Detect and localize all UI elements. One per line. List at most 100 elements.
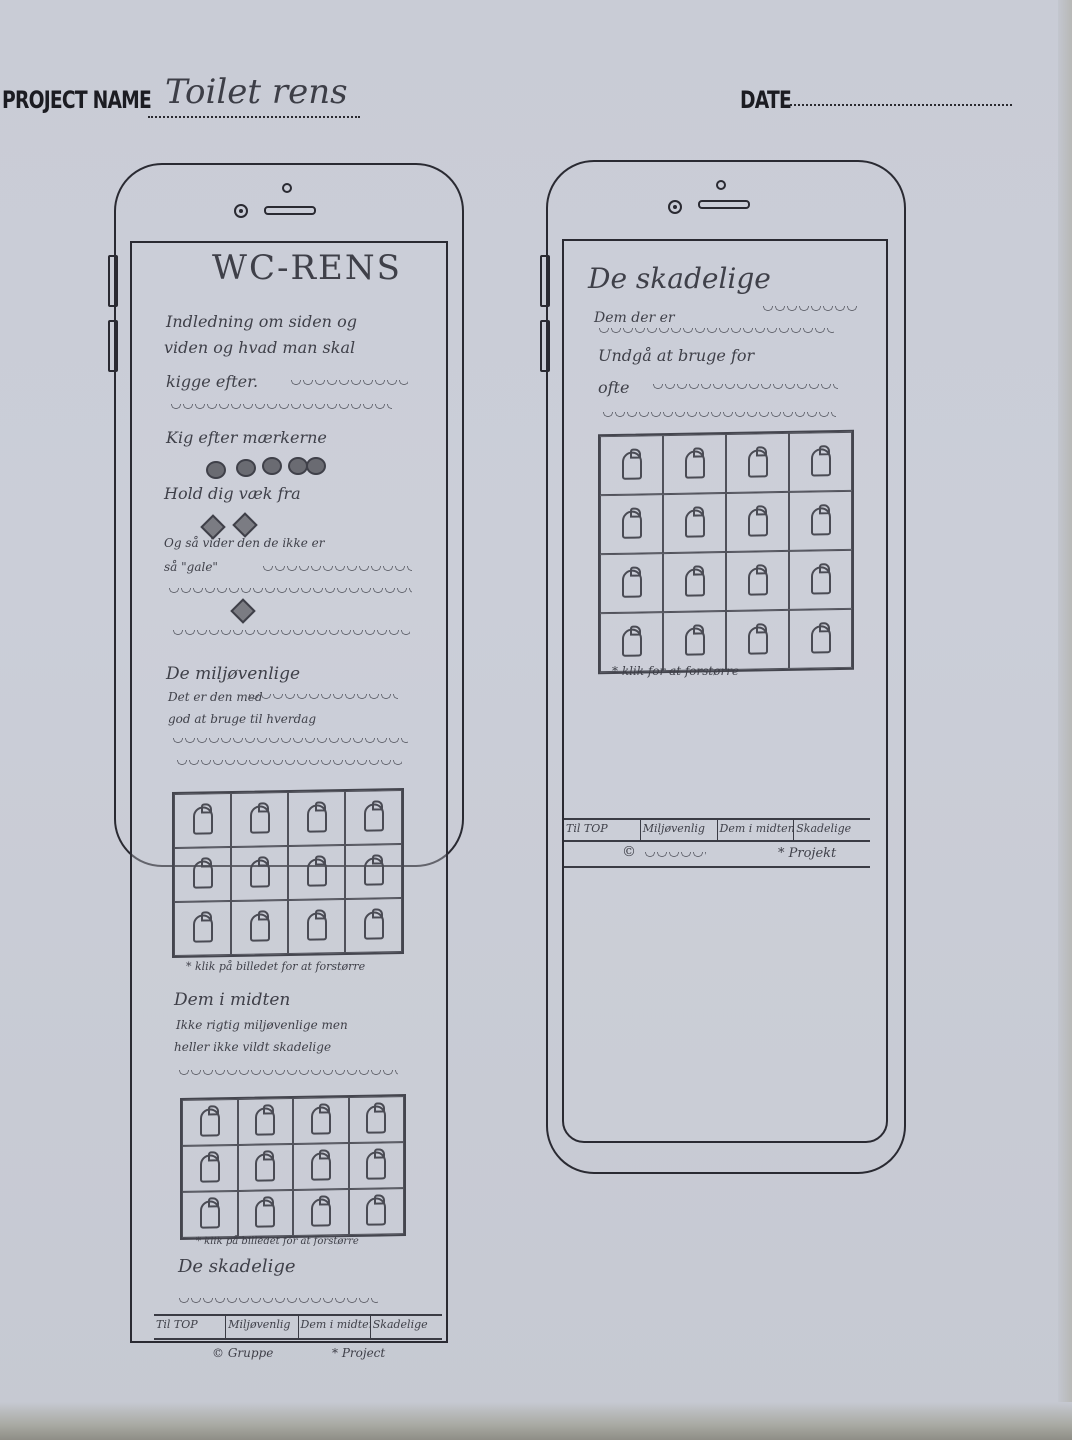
product-thumbnail[interactable] (231, 792, 288, 847)
spray-bottle-icon (255, 1153, 276, 1182)
placeholder-text-line (176, 760, 402, 766)
camera-icon (668, 200, 682, 214)
product-thumbnail[interactable] (726, 550, 789, 611)
eco-label-icon (236, 459, 256, 477)
placeholder-text-line (262, 566, 412, 572)
spray-bottle-icon (810, 506, 831, 536)
enlarge-caption: * klik på billedet for at forstørre (196, 1236, 359, 1247)
eco-product-grid (172, 787, 404, 959)
product-thumbnail[interactable] (293, 1143, 349, 1190)
product-thumbnail[interactable] (726, 609, 789, 670)
footer-project-link[interactable]: * Project (332, 1346, 385, 1360)
footer-copyright: © (622, 844, 636, 860)
product-thumbnail[interactable] (237, 1190, 293, 1237)
product-thumbnail[interactable] (726, 432, 789, 493)
side-button (540, 255, 550, 307)
nav-link-top[interactable]: Til TOP (564, 820, 641, 840)
spray-bottle-icon (192, 860, 213, 889)
product-thumbnail[interactable] (789, 608, 852, 669)
spray-bottle-icon (249, 913, 270, 942)
nav-link-top[interactable]: Til TOP (154, 1316, 227, 1338)
spray-bottle-icon (747, 507, 768, 537)
spray-bottle-icon (249, 859, 270, 888)
spray-bottle-icon (747, 625, 768, 655)
product-thumbnail[interactable] (174, 846, 231, 902)
spray-bottle-icon (684, 449, 705, 479)
spray-bottle-icon (363, 911, 384, 940)
product-thumbnail[interactable] (345, 844, 402, 900)
product-thumbnail[interactable] (600, 494, 663, 555)
product-thumbnail[interactable] (182, 1190, 238, 1238)
product-thumbnail[interactable] (174, 900, 231, 956)
spray-bottle-icon (366, 1105, 387, 1134)
product-thumbnail[interactable] (293, 1097, 349, 1144)
spray-bottle-icon (363, 803, 384, 832)
middle-text-2: heller ikke vildt skadelige (174, 1040, 332, 1054)
nav-link-harmful[interactable]: Skadelige (794, 820, 870, 840)
placeholder-text-line (290, 380, 408, 386)
nav-link-eco[interactable]: Miljøvenlig (226, 1316, 299, 1338)
intro-line-3: ofte (598, 378, 630, 397)
product-thumbnail[interactable] (237, 1098, 293, 1145)
spray-bottle-icon (199, 1200, 220, 1229)
product-thumbnail[interactable] (345, 898, 402, 954)
page-title: De skadelige (588, 262, 771, 295)
intro-line-1: Indledning om siden og (166, 312, 357, 331)
spray-bottle-icon (621, 450, 642, 480)
nav-link-harmful[interactable]: Skadelige (371, 1316, 442, 1338)
middle-product-grid (180, 1094, 406, 1240)
spray-bottle-icon (810, 624, 831, 654)
product-thumbnail[interactable] (726, 491, 789, 552)
also-line-2: så "gale" (164, 560, 218, 574)
spray-bottle-icon (366, 1151, 387, 1180)
spray-bottle-icon (255, 1199, 276, 1228)
spray-bottle-icon (306, 804, 327, 833)
product-thumbnail[interactable] (789, 490, 852, 551)
product-thumbnail[interactable] (288, 899, 345, 954)
date-label: DATE (740, 86, 792, 114)
placeholder-text-line (248, 694, 398, 700)
placeholder-text-line (172, 738, 408, 744)
product-thumbnail[interactable] (288, 791, 345, 846)
spray-bottle-icon (684, 567, 705, 597)
side-button (108, 320, 118, 372)
placeholder-text-line (170, 404, 392, 410)
product-thumbnail[interactable] (231, 846, 288, 901)
product-thumbnail[interactable] (293, 1189, 349, 1236)
product-thumbnail[interactable] (348, 1142, 404, 1190)
product-thumbnail[interactable] (231, 900, 288, 955)
eco-label-icon (262, 457, 282, 475)
product-thumbnail[interactable] (663, 552, 726, 613)
product-thumbnail[interactable] (345, 790, 402, 846)
stay-away-heading: Hold dig væk fra (164, 484, 301, 503)
eco-label-icon (206, 461, 226, 479)
footer-project-link[interactable]: * Projekt (778, 846, 836, 861)
eco-text-2: god at bruge til hverdag (168, 712, 317, 726)
product-thumbnail[interactable] (600, 553, 663, 614)
nav-link-eco[interactable]: Miljøvenlig (641, 820, 718, 840)
product-thumbnail[interactable] (237, 1144, 293, 1191)
nav-link-middle[interactable]: Dem i midten (299, 1316, 371, 1338)
product-thumbnail[interactable] (348, 1096, 404, 1144)
speaker-slot (698, 200, 750, 209)
product-thumbnail[interactable] (663, 611, 726, 672)
product-thumbnail[interactable] (663, 434, 726, 495)
product-thumbnail[interactable] (663, 493, 726, 554)
product-thumbnail[interactable] (789, 549, 852, 610)
product-thumbnail[interactable] (182, 1144, 238, 1192)
project-name-line (148, 116, 360, 118)
footer-divider (564, 866, 870, 868)
nav-link-middle[interactable]: Dem i midten (718, 820, 795, 840)
product-thumbnail[interactable] (789, 431, 852, 492)
product-thumbnail[interactable] (348, 1188, 404, 1236)
product-thumbnail[interactable] (288, 845, 345, 900)
intro-line-3: kigge efter. (166, 372, 259, 391)
product-thumbnail[interactable] (174, 792, 231, 848)
product-thumbnail[interactable] (182, 1098, 238, 1146)
side-button (540, 320, 550, 372)
eco-label-icon (288, 457, 308, 475)
spray-bottle-icon (306, 912, 327, 941)
section-heading-harmful: De skadelige (178, 1256, 296, 1277)
product-thumbnail[interactable] (600, 435, 663, 496)
intro-line-2: Undgå at bruge for (598, 346, 755, 365)
